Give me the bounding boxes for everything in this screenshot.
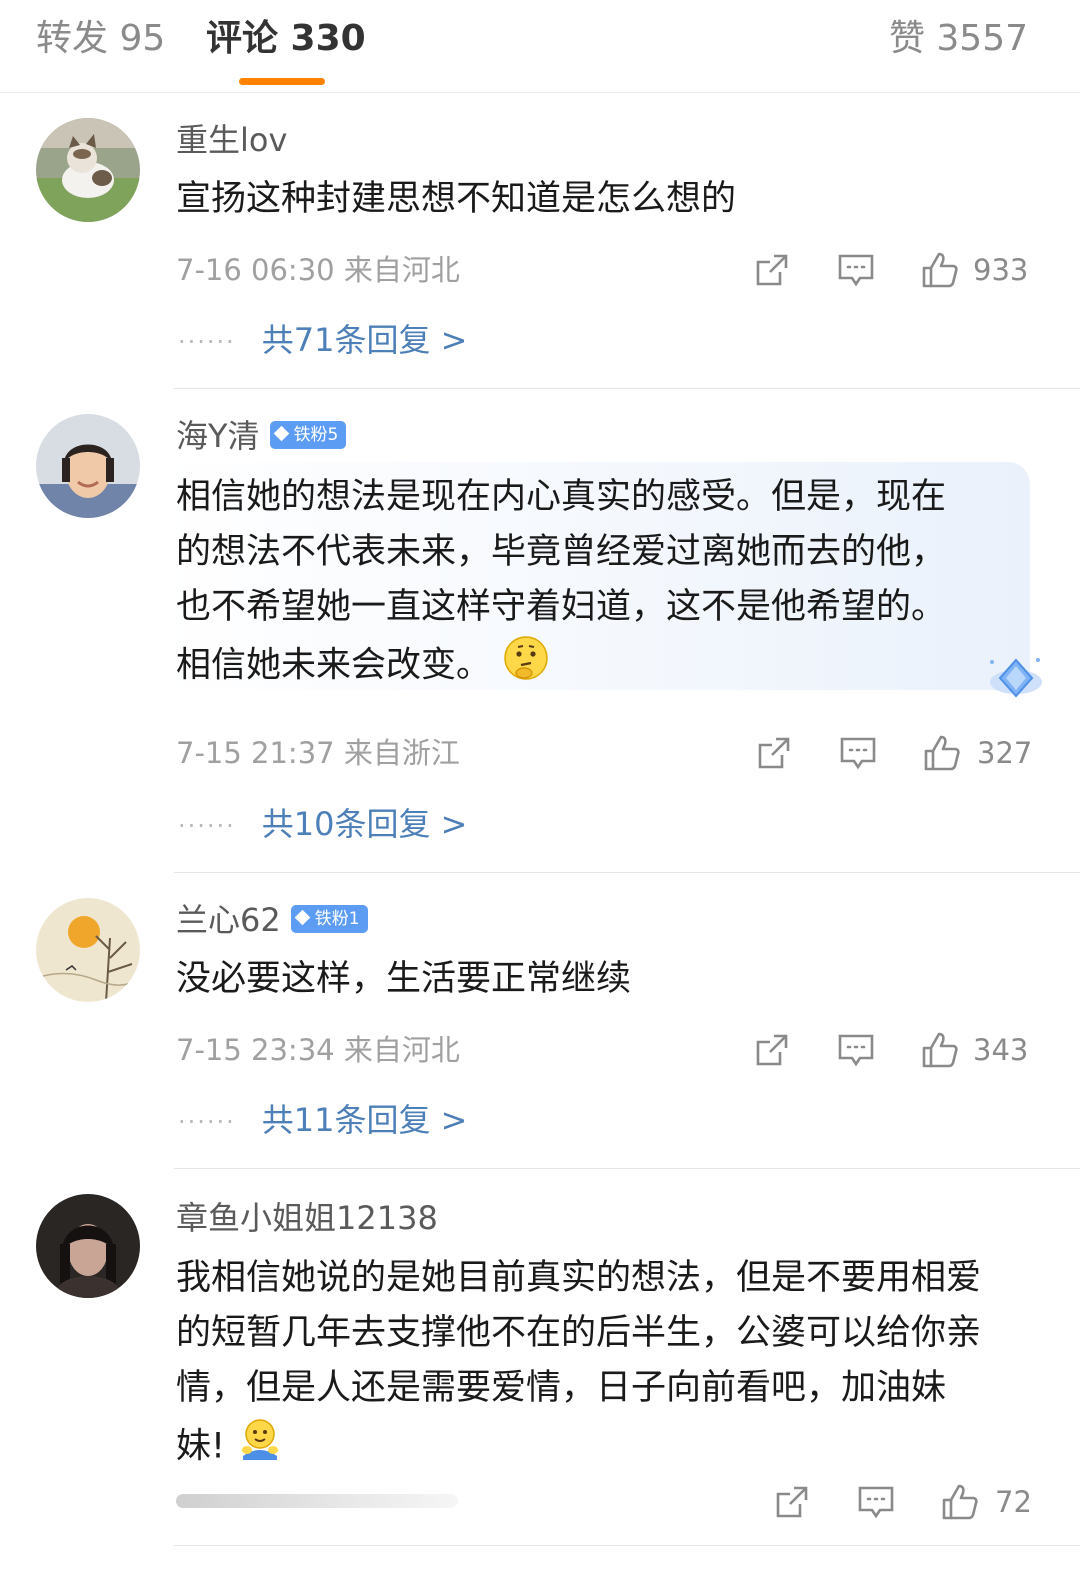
- username[interactable]: 重生lov: [176, 118, 287, 162]
- tab-comments[interactable]: 评论 330: [206, 14, 366, 64]
- comment-icon[interactable]: [836, 250, 876, 290]
- diamond-icon: [273, 425, 289, 442]
- ellipsis-dots: ······: [178, 812, 236, 840]
- tab-repost[interactable]: 转发 95: [36, 14, 165, 64]
- fan-badge[interactable]: 铁粉5: [269, 421, 347, 449]
- like-count: 72: [995, 1485, 1032, 1519]
- replies-label: 共11条回复 >: [261, 1101, 468, 1139]
- thinking-emoji: [503, 635, 549, 698]
- comment-meta: 7-15 23:34 来自河北: [176, 1033, 460, 1067]
- view-replies-link[interactable]: ······ 共71条回复 >: [178, 318, 468, 364]
- username[interactable]: 海Y清 铁粉5: [176, 414, 347, 458]
- share-icon[interactable]: [772, 1482, 812, 1522]
- divider: [174, 872, 1080, 873]
- divider: [174, 1545, 1080, 1546]
- comment-line: 也不希望她一直这样守着妇道，这不是他希望的。: [176, 587, 947, 627]
- comment-meta: 7-16 06:30 来自河北: [176, 253, 460, 287]
- tab-likes[interactable]: 赞 3557: [889, 14, 1028, 64]
- comment-line: 相信她的想法是现在内心真实的感受。但是，现在: [176, 477, 947, 517]
- comment-line-last: 妹!: [176, 1416, 1036, 1479]
- thumbs-up-icon[interactable]: [920, 1030, 960, 1070]
- divider: [174, 388, 1080, 389]
- comment-icon[interactable]: [838, 733, 878, 773]
- comment-text: 我相信她说的是她目前真实的想法，但是不要用相爱 的短暂几年去支撑他不在的后半生，…: [176, 1251, 1036, 1479]
- comment-icon[interactable]: [836, 1030, 876, 1070]
- username-label: 海Y清: [176, 417, 260, 455]
- badge-label: 铁粉1: [314, 909, 360, 929]
- username[interactable]: 章鱼小姐姐12138: [176, 1196, 438, 1240]
- comment-line-text: 妹!: [176, 1426, 226, 1467]
- fan-badge[interactable]: 铁粉1: [290, 905, 368, 933]
- divider: [174, 1168, 1080, 1169]
- comment-line: 情，但是人还是需要爱情，日子向前看吧，加油妹: [176, 1368, 947, 1408]
- replies-label: 共10条回复 >: [261, 805, 468, 843]
- comment-icon[interactable]: [856, 1482, 896, 1522]
- avatar[interactable]: [36, 1194, 140, 1298]
- hug-emoji: [237, 1416, 283, 1479]
- view-replies-link[interactable]: ······ 共10条回复 >: [178, 802, 468, 848]
- comment-line-text: 相信她未来会改变。: [176, 645, 492, 686]
- replies-label: 共71条回复 >: [261, 321, 468, 359]
- comment-line: 的想法不代表未来，毕竟曾经爱过离她而去的他，: [176, 532, 947, 572]
- avatar[interactable]: [36, 118, 140, 222]
- thumbs-up-icon[interactable]: [920, 250, 960, 290]
- like-count: 933: [973, 253, 1029, 287]
- ellipsis-dots: ······: [178, 1108, 236, 1136]
- tab-bar: 转发 95 评论 330 赞 3557: [0, 0, 1080, 93]
- avatar[interactable]: [36, 414, 140, 518]
- comment-text: 没必要这样，生活要正常继续: [176, 959, 632, 999]
- thumbs-up-icon[interactable]: [922, 733, 962, 773]
- share-icon[interactable]: [754, 733, 794, 773]
- comment-line-last: 相信她未来会改变。: [176, 635, 1036, 698]
- avatar[interactable]: [36, 898, 140, 1002]
- comment-meta: 7-15 21:37 来自浙江: [176, 736, 460, 770]
- comment-text: 相信她的想法是现在内心真实的感受。但是，现在 的想法不代表未来，毕竟曾经爱过离她…: [176, 470, 1036, 698]
- ellipsis-dots: ······: [178, 328, 236, 356]
- active-tab-indicator: [239, 78, 325, 85]
- share-icon[interactable]: [752, 1030, 792, 1070]
- badge-label: 铁粉5: [293, 425, 339, 445]
- obscured-meta: [176, 1494, 458, 1508]
- comment-line: 我相信她说的是她目前真实的想法，但是不要用相爱: [176, 1258, 982, 1298]
- diamond-icon: [294, 909, 311, 926]
- comment-line: 的短暂几年去支撑他不在的后半生，公婆可以给你亲: [176, 1313, 982, 1353]
- view-replies-link[interactable]: ······ 共11条回复 >: [178, 1098, 468, 1144]
- like-count: 343: [973, 1033, 1029, 1067]
- username[interactable]: 兰心62 铁粉1: [176, 898, 368, 942]
- thumbs-up-icon[interactable]: [940, 1482, 980, 1522]
- comment-text: 宣扬这种封建思想不知道是怎么想的: [176, 179, 737, 219]
- username-label: 兰心62: [176, 901, 281, 939]
- like-count: 327: [977, 736, 1033, 770]
- share-icon[interactable]: [752, 250, 792, 290]
